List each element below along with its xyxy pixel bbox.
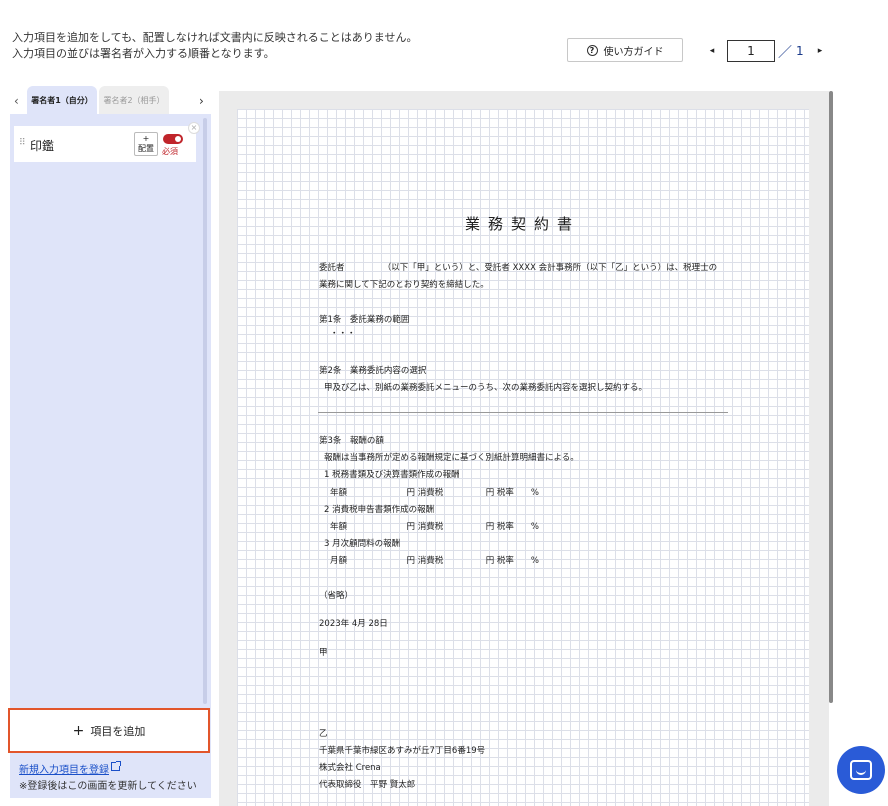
doc-party-b: 乙	[319, 729, 328, 739]
doc-date: 2023年 4月 28日	[319, 619, 388, 629]
page-separator: ／	[778, 45, 792, 61]
field-item-seal[interactable]: ⠿ 印鑑 + 配置 必須	[14, 126, 196, 162]
document-scrollbar[interactable]	[829, 91, 833, 703]
required-label: 必須	[162, 147, 178, 156]
notice-line-2: 入力項目の並びは署名者が入力する順番となります。	[12, 47, 275, 60]
doc-company: 株式会社 Crena	[319, 763, 381, 773]
chat-icon	[850, 760, 872, 780]
add-field-highlight: + 項目を追加	[8, 708, 210, 753]
page-number-input[interactable]: 1	[727, 40, 775, 62]
next-page-icon[interactable]: ▸	[815, 44, 825, 58]
doc-article-3: 第3条 報酬の額	[319, 436, 384, 446]
page-total: 1	[796, 44, 804, 58]
tab-next-icon[interactable]: ›	[199, 94, 204, 108]
tab-signer-1[interactable]: 署名者1（自分）	[27, 86, 97, 114]
document-title: 業務契約書	[465, 215, 581, 233]
doc-omitted: （省略）	[319, 591, 354, 601]
refresh-note: ※登録後はこの画面を更新してください	[19, 781, 197, 792]
required-toggle[interactable]	[163, 134, 183, 144]
doc-line-13: 3 月次顧問料の報酬	[324, 539, 401, 549]
previous-page-icon[interactable]: ◂	[707, 44, 717, 58]
doc-line-1: 委託者 （以下「甲」という）と、受託者 XXXX 会計事務所（以下「乙」という）…	[319, 263, 718, 273]
drag-handle-icon[interactable]: ⠿	[19, 138, 26, 148]
notice-line-1: 入力項目を追加をしても、配置しなければ文書内に反映されることはありません。	[12, 31, 418, 44]
doc-line-14: 月額 円 消費税 円 税率 %	[330, 556, 539, 566]
external-link-icon[interactable]	[111, 761, 121, 771]
doc-article-2: 第2条 業務委託内容の選択	[319, 366, 427, 376]
doc-divider	[318, 412, 728, 413]
doc-line-12: 年額 円 消費税 円 税率 %	[330, 522, 539, 532]
place-field-button[interactable]: + 配置	[134, 132, 158, 156]
add-field-button[interactable]: + 項目を追加	[14, 714, 204, 747]
doc-article-1: 第1条 委託業務の範囲	[319, 315, 410, 325]
doc-line-ellipsis: ・・・	[330, 329, 356, 339]
doc-address: 千葉県千葉市緑区あすみが丘7丁目6番19号	[319, 746, 486, 756]
doc-party-a: 甲	[319, 648, 328, 658]
remove-field-icon[interactable]: ×	[188, 122, 200, 134]
field-list-scrollbar[interactable]	[203, 118, 207, 704]
register-new-field-link[interactable]: 新規入力項目を登録	[19, 761, 109, 776]
doc-line-2: 業務に関して下記のとおり契約を締結した。	[319, 280, 489, 290]
doc-representative: 代表取締役 平野 賢太郎	[319, 780, 416, 790]
field-item-label: 印鑑	[30, 139, 55, 153]
doc-line-11: 2 消費税申告書類作成の報酬	[324, 505, 435, 515]
chat-support-button[interactable]	[837, 746, 885, 794]
question-circle-icon: ?	[586, 44, 598, 56]
usage-guide-button[interactable]: ? 使い方ガイド	[567, 38, 683, 62]
place-plus-icon: +	[142, 134, 150, 143]
doc-line-10: 年額 円 消費税 円 税率 %	[330, 488, 539, 498]
doc-line-6: 甲及び乙は、別紙の業務委託メニューのうち、次の業務委託内容を選択し契約する。	[324, 383, 648, 393]
tab-signer-2[interactable]: 署名者2（相手）	[99, 86, 169, 114]
instruction-notice: 入力項目を追加をしても、配置しなければ文書内に反映されることはありません。 入力…	[12, 30, 417, 62]
tab-prev-icon[interactable]: ‹	[14, 94, 19, 108]
usage-guide-label: 使い方ガイド	[603, 46, 664, 58]
plus-icon: +	[72, 722, 85, 739]
place-label: 配置	[138, 144, 154, 153]
field-list-panel	[10, 114, 211, 798]
doc-line-8: 報酬は当事務所が定める報酬規定に基づく別紙計算明細書による。	[324, 453, 579, 463]
doc-line-9: 1 税務書類及び決算書類作成の報酬	[324, 470, 460, 480]
add-field-label: 項目を追加	[90, 724, 146, 738]
